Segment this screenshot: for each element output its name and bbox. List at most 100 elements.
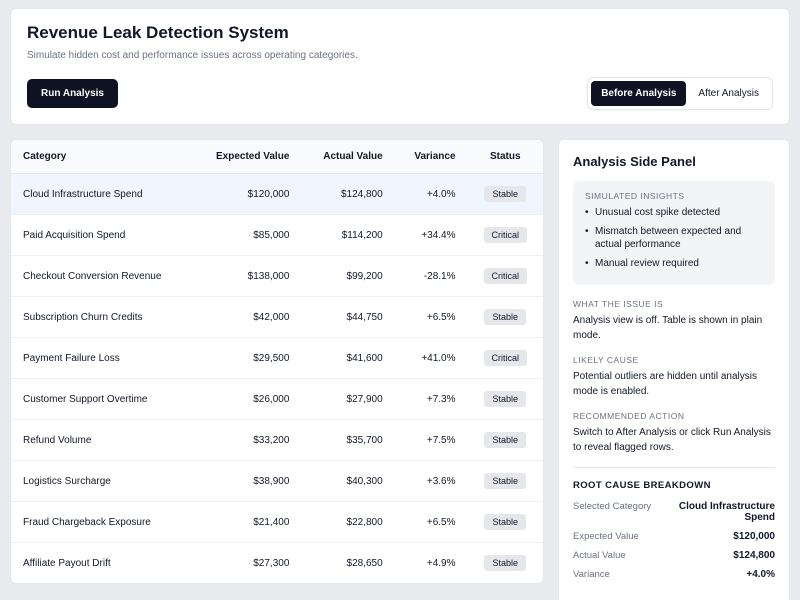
cell-category: Refund Volume	[11, 420, 193, 461]
cell-variance: +7.5%	[395, 420, 468, 461]
cell-variance: +7.3%	[395, 379, 468, 420]
cell-category: Paid Acquisition Spend	[11, 215, 193, 256]
section-label: WHAT THE ISSUE IS	[573, 299, 775, 309]
column-header-actual: Actual Value	[301, 140, 394, 174]
page-title: Revenue Leak Detection System	[27, 23, 773, 43]
column-header-variance: Variance	[395, 140, 468, 174]
section-recommended-action: RECOMMENDED ACTION Switch to After Analy…	[573, 411, 775, 455]
cell-actual: $27,900	[301, 379, 394, 420]
kv-value: +4.0%	[746, 569, 775, 580]
toggle-after-analysis[interactable]: After Analysis	[688, 81, 769, 106]
table-row[interactable]: Paid Acquisition Spend $85,000 $114,200 …	[11, 215, 543, 256]
cell-variance: +41.0%	[395, 338, 468, 379]
status-badge: Stable	[484, 391, 526, 407]
analysis-side-panel: Analysis Side Panel SIMULATED INSIGHTS U…	[558, 139, 790, 600]
root-cause-row-variance: Variance +4.0%	[573, 569, 775, 580]
status-badge: Stable	[484, 309, 526, 325]
table-row[interactable]: Customer Support Overtime $26,000 $27,90…	[11, 379, 543, 420]
cell-expected: $138,000	[193, 256, 302, 297]
cell-variance: +6.5%	[395, 297, 468, 338]
kv-label: Expected Value	[573, 531, 639, 542]
kv-value: Cloud Infrastructure Spend	[659, 501, 775, 523]
table-row[interactable]: Affiliate Payout Drift $27,300 $28,650 +…	[11, 543, 543, 584]
cell-category: Checkout Conversion Revenue	[11, 256, 193, 297]
status-badge: Stable	[484, 473, 526, 489]
table-row[interactable]: Payment Failure Loss $29,500 $41,600 +41…	[11, 338, 543, 379]
table-row[interactable]: Refund Volume $33,200 $35,700 +7.5% Stab…	[11, 420, 543, 461]
simulated-insights-box: SIMULATED INSIGHTS Unusual cost spike de…	[573, 181, 775, 285]
status-badge: Stable	[484, 186, 526, 202]
cell-variance: +34.4%	[395, 215, 468, 256]
table-row[interactable]: Fraud Chargeback Exposure $21,400 $22,80…	[11, 502, 543, 543]
section-label: RECOMMENDED ACTION	[573, 411, 775, 421]
cell-actual: $28,650	[301, 543, 394, 584]
status-badge: Critical	[484, 350, 528, 366]
cell-variance: +6.5%	[395, 502, 468, 543]
cell-actual: $124,800	[301, 174, 394, 215]
insights-list: Unusual cost spike detected Mismatch bet…	[585, 206, 763, 270]
insight-item: Manual review required	[585, 257, 763, 271]
section-text: Potential outliers are hidden until anal…	[573, 370, 775, 399]
cell-category: Affiliate Payout Drift	[11, 543, 193, 584]
cell-actual: $44,750	[301, 297, 394, 338]
cell-category: Customer Support Overtime	[11, 379, 193, 420]
insight-item: Mismatch between expected and actual per…	[585, 225, 763, 252]
table-row[interactable]: Subscription Churn Credits $42,000 $44,7…	[11, 297, 543, 338]
cell-expected: $21,400	[193, 502, 302, 543]
cell-category: Logistics Surcharge	[11, 461, 193, 502]
table-row[interactable]: Logistics Surcharge $38,900 $40,300 +3.6…	[11, 461, 543, 502]
table-row[interactable]: Checkout Conversion Revenue $138,000 $99…	[11, 256, 543, 297]
cell-expected: $33,200	[193, 420, 302, 461]
run-analysis-button[interactable]: Run Analysis	[27, 79, 118, 108]
page-subtitle: Simulate hidden cost and performance iss…	[27, 50, 773, 61]
table-card: Category Expected Value Actual Value Var…	[10, 139, 544, 584]
cell-actual: $22,800	[301, 502, 394, 543]
status-badge: Stable	[484, 432, 526, 448]
cell-actual: $40,300	[301, 461, 394, 502]
table-row[interactable]: Cloud Infrastructure Spend $120,000 $124…	[11, 174, 543, 215]
kv-value: $120,000	[733, 531, 775, 542]
insights-label: SIMULATED INSIGHTS	[585, 191, 763, 201]
cell-variance: +4.0%	[395, 174, 468, 215]
table-header: Category Expected Value Actual Value Var…	[11, 140, 543, 174]
header-card: Revenue Leak Detection System Simulate h…	[10, 8, 790, 125]
side-panel-divider	[573, 467, 775, 468]
cell-expected: $120,000	[193, 174, 302, 215]
table-body: Cloud Infrastructure Spend $120,000 $124…	[11, 174, 543, 584]
cell-expected: $26,000	[193, 379, 302, 420]
root-cause-row-expected-value: Expected Value $120,000	[573, 531, 775, 542]
status-badge: Critical	[484, 268, 528, 284]
cell-category: Cloud Infrastructure Spend	[11, 174, 193, 215]
root-cause-row-actual-value: Actual Value $124,800	[573, 550, 775, 561]
section-what-the-issue-is: WHAT THE ISSUE IS Analysis view is off. …	[573, 299, 775, 343]
section-likely-cause: LIKELY CAUSE Potential outliers are hidd…	[573, 355, 775, 399]
toggle-before-analysis[interactable]: Before Analysis	[591, 81, 686, 106]
section-label: LIKELY CAUSE	[573, 355, 775, 365]
kv-label: Actual Value	[573, 550, 626, 561]
cell-category: Fraud Chargeback Exposure	[11, 502, 193, 543]
cell-variance: +4.9%	[395, 543, 468, 584]
cell-variance: +3.6%	[395, 461, 468, 502]
root-cause-title: ROOT CAUSE BREAKDOWN	[573, 480, 775, 491]
column-header-expected: Expected Value	[193, 140, 302, 174]
column-header-category: Category	[11, 140, 193, 174]
status-badge: Stable	[484, 514, 526, 530]
status-badge: Critical	[484, 227, 528, 243]
analysis-toggle-group: Before Analysis After Analysis	[587, 77, 773, 110]
cell-actual: $41,600	[301, 338, 394, 379]
cell-expected: $38,900	[193, 461, 302, 502]
root-cause-row-selected-category: Selected Category Cloud Infrastructure S…	[573, 501, 775, 523]
cell-expected: $29,500	[193, 338, 302, 379]
cell-expected: $42,000	[193, 297, 302, 338]
insight-item: Unusual cost spike detected	[585, 206, 763, 220]
page-root: Revenue Leak Detection System Simulate h…	[0, 0, 800, 600]
cell-expected: $85,000	[193, 215, 302, 256]
column-header-status: Status	[468, 140, 543, 174]
cell-expected: $27,300	[193, 543, 302, 584]
section-text: Analysis view is off. Table is shown in …	[573, 314, 775, 343]
side-panel-title: Analysis Side Panel	[573, 154, 775, 169]
cell-actual: $99,200	[301, 256, 394, 297]
status-badge: Stable	[484, 555, 526, 571]
header-actions: Run Analysis Before Analysis After Analy…	[27, 77, 773, 110]
section-text: Switch to After Analysis or click Run An…	[573, 426, 775, 455]
